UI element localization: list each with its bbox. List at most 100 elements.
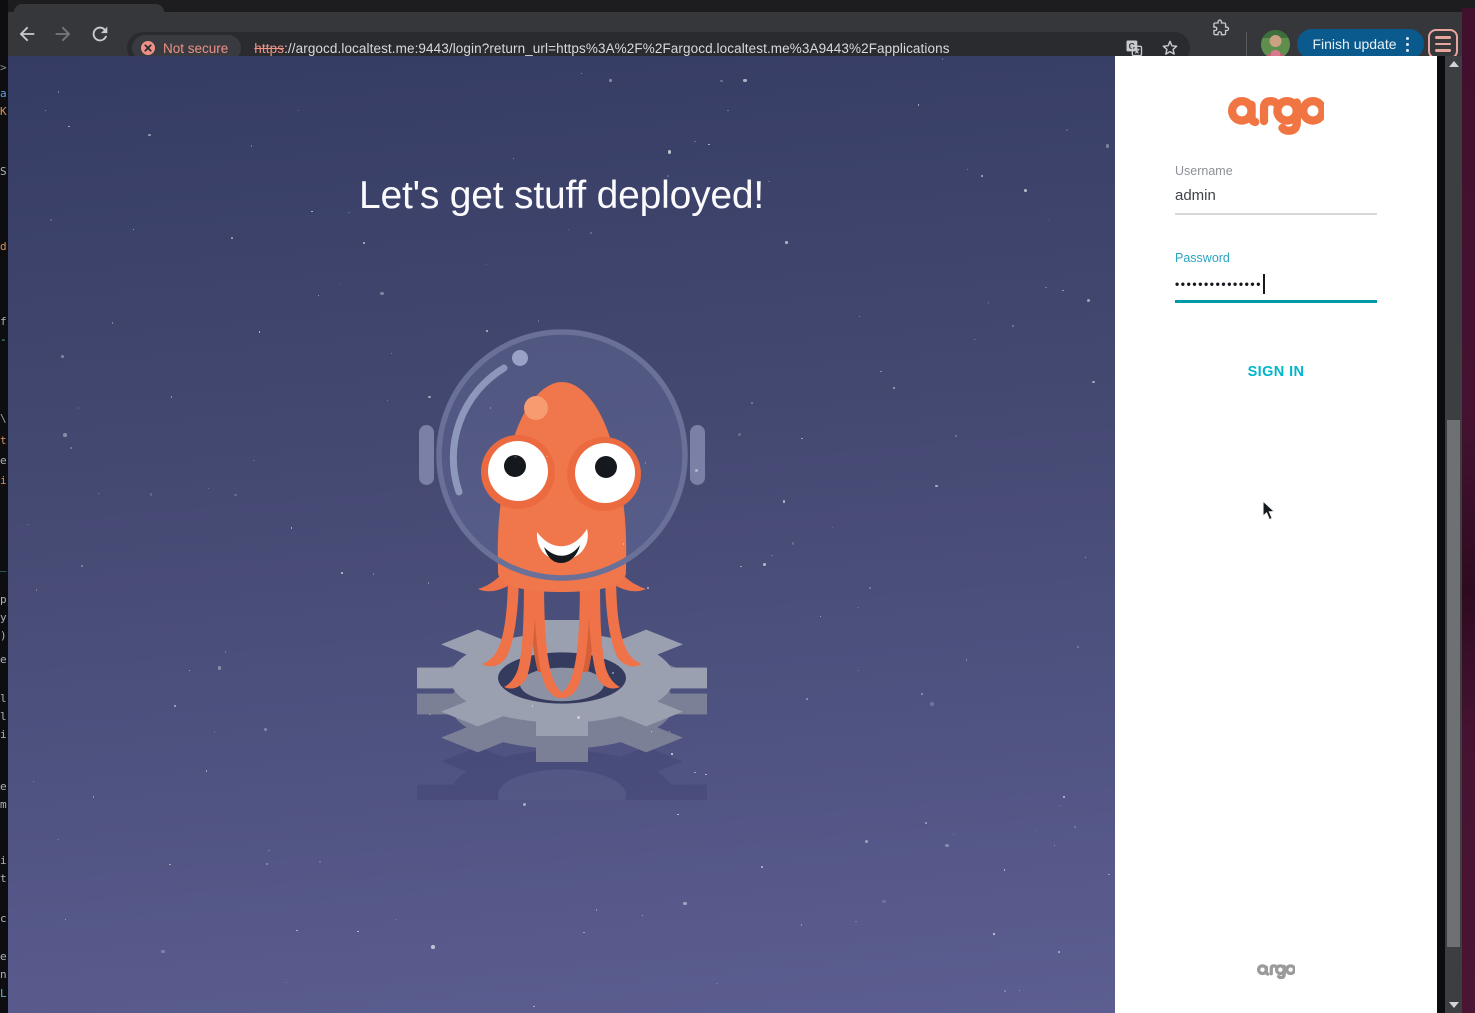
editor-text-fragment: e — [0, 781, 7, 793]
star — [1092, 381, 1095, 384]
editor-text-fragment: > — [0, 62, 7, 74]
back-button[interactable] — [16, 23, 38, 45]
back-arrow-icon — [16, 23, 38, 45]
editor-text-fragment: m — [0, 799, 7, 811]
star — [93, 796, 95, 798]
forward-button[interactable] — [52, 23, 74, 45]
star — [783, 500, 786, 503]
star — [78, 407, 80, 409]
editor-text-fragment: e — [0, 951, 7, 963]
star — [33, 781, 35, 783]
argo-octopus-mascot — [392, 320, 732, 800]
star — [514, 456, 517, 459]
extensions-button[interactable] — [1211, 18, 1231, 38]
translate-button[interactable]: G — [1124, 38, 1144, 58]
star — [1062, 290, 1064, 292]
star — [428, 582, 430, 584]
star — [1024, 189, 1027, 192]
profile-avatar[interactable] — [1261, 30, 1290, 59]
editor-text-fragment: e — [0, 455, 7, 467]
star — [609, 79, 612, 82]
star — [171, 396, 173, 398]
star — [61, 355, 64, 358]
star — [865, 840, 869, 844]
star — [169, 864, 171, 866]
editor-text-fragment: l — [0, 693, 7, 705]
browser-menu-button[interactable] — [1428, 29, 1458, 59]
scrollbar-thumb[interactable] — [1447, 420, 1460, 947]
star — [921, 693, 923, 695]
star — [513, 158, 515, 160]
star — [251, 145, 253, 147]
star — [1054, 845, 1056, 847]
hero-title: Let's get stuff deployed! — [8, 174, 1115, 218]
star — [1048, 219, 1050, 221]
editor-text-fragment: ) — [0, 630, 7, 642]
star — [1074, 826, 1076, 828]
star — [1063, 796, 1065, 798]
editor-text-fragment: L — [0, 988, 7, 1000]
star — [720, 80, 723, 83]
star — [357, 931, 359, 933]
star — [296, 930, 298, 932]
scroll-up-arrow-icon[interactable] — [1449, 61, 1459, 67]
argo-footer-logo — [1257, 962, 1295, 981]
browser-toolbar: Not secure https://argocd.localtest.me:9… — [0, 12, 1462, 56]
star — [568, 229, 570, 231]
star — [683, 902, 687, 906]
star — [1077, 646, 1080, 649]
editor-text-fragment: e — [0, 654, 7, 666]
star — [727, 110, 729, 112]
star — [859, 316, 861, 318]
star — [801, 924, 803, 926]
star — [988, 302, 990, 304]
username-field[interactable]: admin — [1175, 187, 1377, 207]
window-edge-gap — [1437, 56, 1445, 1013]
password-field[interactable]: ••••••••••••••• — [1175, 274, 1377, 294]
star — [925, 822, 927, 824]
puzzle-icon — [1211, 18, 1231, 38]
star — [36, 589, 38, 591]
star — [1108, 874, 1110, 876]
star — [429, 714, 431, 716]
star — [1019, 990, 1021, 992]
star — [751, 402, 753, 404]
scroll-down-arrow-icon[interactable] — [1449, 1002, 1459, 1008]
star — [858, 670, 860, 672]
url-rest: ://argocd.localtest.me:9443/login?return… — [284, 41, 950, 56]
bookmark-button[interactable] — [1160, 38, 1180, 58]
star — [311, 211, 313, 213]
editor-text-fragment: K — [0, 106, 7, 118]
star — [918, 104, 920, 106]
reload-button[interactable] — [89, 23, 111, 45]
star — [63, 433, 67, 437]
username-label: Username — [1175, 164, 1377, 178]
screen: Not secure https://argocd.localtest.me:9… — [0, 0, 1475, 1013]
editor-text-fragment: i — [0, 855, 7, 867]
star — [538, 320, 540, 322]
star — [590, 232, 592, 234]
star — [893, 387, 895, 389]
star — [318, 295, 320, 297]
star — [966, 659, 968, 661]
star — [738, 433, 742, 437]
star — [792, 542, 795, 545]
star — [869, 587, 872, 590]
star — [668, 150, 672, 154]
toolbar-separator — [1246, 32, 1247, 56]
star — [981, 175, 983, 177]
editor-text-fragment: S — [0, 166, 7, 178]
page-scrollbar[interactable] — [1445, 56, 1462, 1013]
editor-text-fragment: \ — [0, 413, 7, 425]
star — [50, 219, 52, 221]
star — [286, 982, 288, 984]
avatar-image — [1261, 30, 1290, 59]
finish-update-button[interactable]: Finish update — [1297, 29, 1424, 59]
text-caret — [1263, 274, 1265, 294]
active-tab[interactable] — [14, 4, 164, 12]
star — [1106, 144, 1110, 148]
star — [993, 933, 995, 935]
editor-text-fragment: y — [0, 612, 7, 624]
star — [319, 861, 321, 863]
sign-in-button[interactable]: SIGN IN — [1115, 364, 1437, 380]
